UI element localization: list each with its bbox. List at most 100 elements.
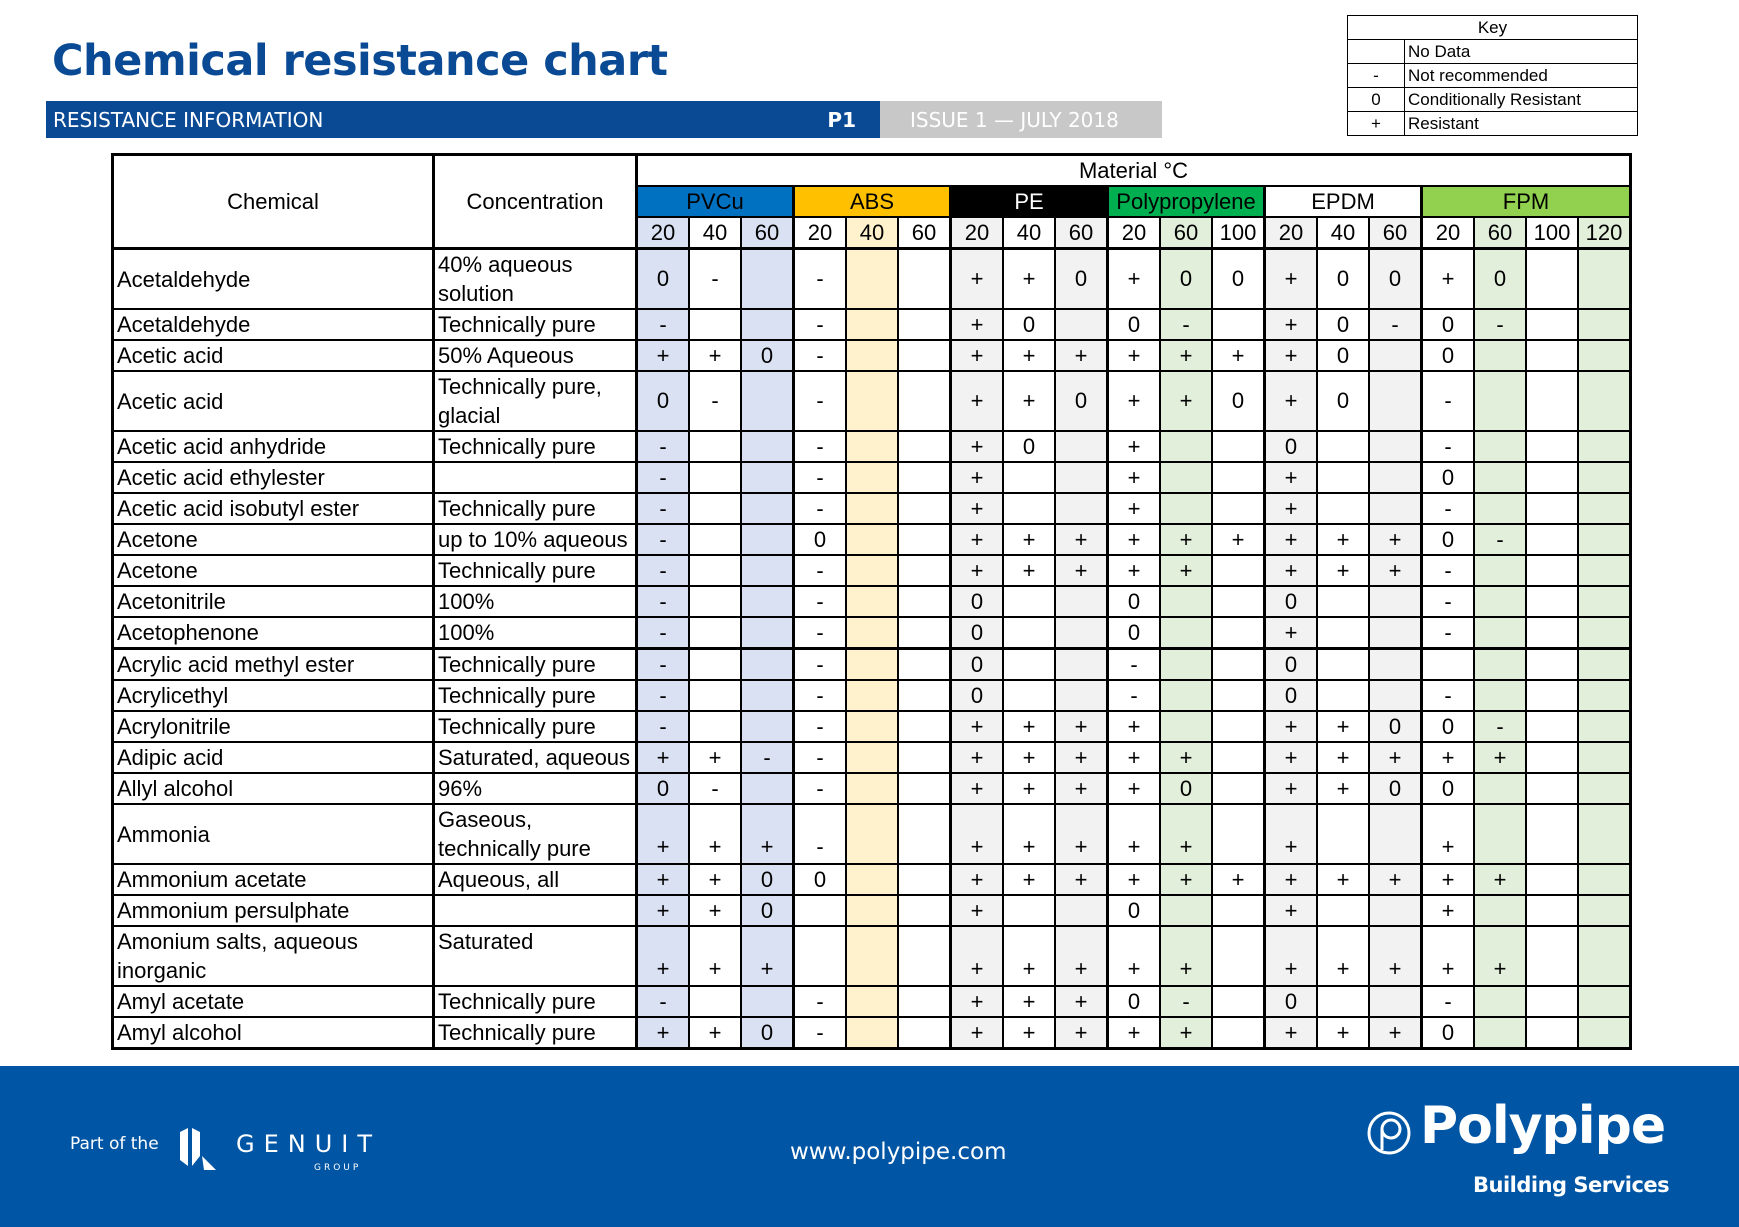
resistance-value: + <box>1106 863 1161 896</box>
resistance-value: - <box>792 554 847 587</box>
resistance-value <box>1577 1016 1632 1050</box>
resistance-value: - <box>792 985 847 1018</box>
table-row: Ammonium acetate Aqueous, all + +0 0 + + + + + + + +… <box>111 863 1632 896</box>
concentration: 100% <box>432 585 638 618</box>
resistance-value: + <box>1054 710 1109 743</box>
resistance-value <box>897 985 952 1018</box>
resistance-value: - <box>1420 679 1475 712</box>
table-row: Acetophenone 100% - -0 0 + - <box>111 616 1632 650</box>
polypipe-logo-icon <box>1367 1111 1411 1155</box>
resistance-value: - <box>792 741 847 774</box>
material-abs: ABS <box>792 185 952 218</box>
resistance-value <box>740 247 795 310</box>
resistance-value: + <box>635 894 690 927</box>
resistance-value: + <box>1263 863 1318 896</box>
resistance-value <box>1473 647 1527 681</box>
resistance-value <box>1525 741 1579 774</box>
resistance-value: + <box>1159 925 1213 987</box>
resistance-value <box>688 985 742 1018</box>
resistance-value: + <box>1211 339 1266 372</box>
resistance-value <box>1211 741 1266 774</box>
resistance-value: + <box>635 1016 690 1050</box>
column-header-concentration: Concentration <box>432 153 638 250</box>
resistance-value: 0 <box>1263 430 1318 463</box>
resistance-value: + <box>1263 492 1318 525</box>
resistance-value: + <box>1316 710 1370 743</box>
resistance-value <box>1211 985 1266 1018</box>
table-row: Acetone up to 10% aqueous -0 + + + + + + + + +0- <box>111 523 1632 556</box>
resistance-value <box>897 772 952 805</box>
resistance-value: 0 <box>635 370 690 432</box>
resistance-value: + <box>688 339 742 372</box>
resistance-value <box>1159 679 1213 712</box>
resistance-value <box>1577 863 1632 896</box>
concentration: Technically pure, glacial <box>432 370 638 432</box>
resistance-value: + <box>688 741 742 774</box>
resistance-value <box>1002 647 1056 681</box>
resistance-value: + <box>1263 741 1318 774</box>
resistance-value <box>845 679 899 712</box>
resistance-value <box>1420 647 1475 681</box>
table-row: Allyl alcohol 96% 0- - + + + +0 + +0 0 <box>111 772 1632 805</box>
resistance-value: - <box>792 461 847 494</box>
resistance-value: - <box>635 585 690 618</box>
resistance-value <box>1159 585 1213 618</box>
resistance-value <box>740 585 795 618</box>
resistance-value: + <box>1473 925 1527 987</box>
resistance-value: 0 <box>740 339 795 372</box>
resistance-value <box>1368 585 1423 618</box>
resistance-value <box>740 492 795 525</box>
resistance-value <box>1577 710 1632 743</box>
website-link[interactable]: www.polypipe.com <box>790 1139 1006 1165</box>
resistance-value: - <box>1420 430 1475 463</box>
resistance-value: - <box>792 647 847 681</box>
resistance-value: - <box>1420 492 1475 525</box>
resistance-value: + <box>1106 1016 1161 1050</box>
chemical-name: Amyl alcohol <box>111 1016 435 1050</box>
resistance-value: - <box>1420 616 1475 650</box>
resistance-value <box>1577 247 1632 310</box>
resistance-value: + <box>1002 772 1056 805</box>
resistance-value: - <box>1420 370 1475 432</box>
resistance-value <box>740 710 795 743</box>
resistance-value: + <box>1211 863 1266 896</box>
resistance-value <box>740 647 795 681</box>
resistance-value <box>845 985 899 1018</box>
resistance-value: - <box>688 247 742 310</box>
resistance-value <box>740 679 795 712</box>
resistance-value <box>1525 803 1579 865</box>
resistance-value: 0 <box>1316 308 1370 341</box>
temperature-header: 20 <box>1263 216 1318 250</box>
resistance-value: + <box>1106 370 1161 432</box>
resistance-value: + <box>949 925 1004 987</box>
resistance-value <box>1525 894 1579 927</box>
resistance-value <box>740 430 795 463</box>
resistance-value <box>1473 985 1527 1018</box>
key-legend: Key No Data - Not recommended 0 Conditiona… <box>1347 15 1638 136</box>
resistance-value <box>1368 492 1423 525</box>
resistance-value: + <box>1054 1016 1109 1050</box>
resistance-value: - <box>688 370 742 432</box>
resistance-value: 0 <box>1368 247 1423 310</box>
material-polypropylene: Polypropylene <box>1106 185 1266 218</box>
resistance-value <box>1577 925 1632 987</box>
resistance-value <box>1525 308 1579 341</box>
resistance-value <box>897 925 952 987</box>
resistance-value <box>845 894 899 927</box>
resistance-value <box>1525 585 1579 618</box>
resistance-value <box>740 616 795 650</box>
chemical-name: Acetaldehyde <box>111 247 435 310</box>
resistance-value: - <box>635 554 690 587</box>
resistance-value <box>1577 370 1632 432</box>
resistance-value <box>897 710 952 743</box>
resistance-value: 0 <box>1054 247 1109 310</box>
resistance-value <box>1316 894 1370 927</box>
material-fpm: FPM <box>1420 185 1632 218</box>
temperature-header: 40 <box>1002 216 1056 250</box>
resistance-value: 0 <box>1211 247 1266 310</box>
resistance-value <box>1525 772 1579 805</box>
concentration <box>432 461 638 494</box>
chemical-name: Amyl acetate <box>111 985 435 1018</box>
resistance-value <box>897 554 952 587</box>
resistance-value: + <box>1316 523 1370 556</box>
